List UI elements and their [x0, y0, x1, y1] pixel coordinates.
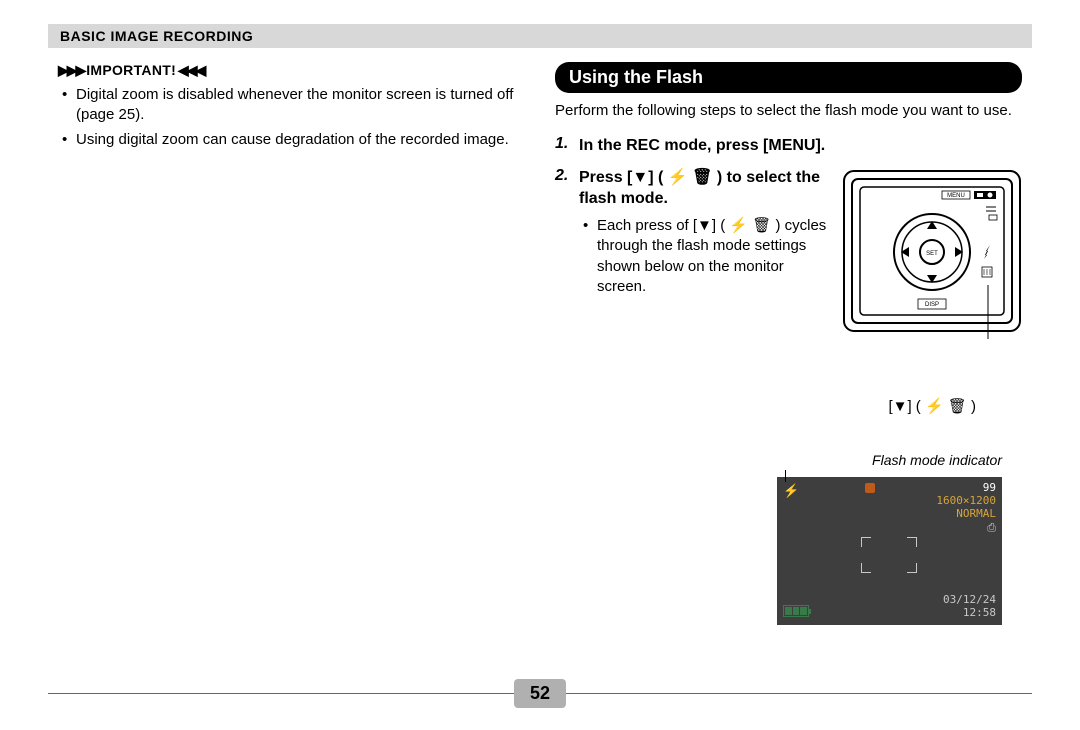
screen-memory-icon: ⎙	[936, 521, 996, 534]
bullet-item: Using digital zoom can cause degradation…	[76, 130, 525, 150]
steps-list: In the REC mode, press [MENU]. Press [▼]…	[555, 135, 1022, 342]
step-1-title: In the REC mode, press [MENU].	[579, 135, 1022, 157]
step2-mid: ] (	[648, 169, 668, 186]
step2-prefix: Press [	[579, 169, 632, 186]
flash-mode-caption: Flash mode indicator	[872, 452, 1002, 468]
screen-shots: 99	[936, 481, 996, 494]
important-label: IMPORTANT!	[86, 62, 176, 78]
step2-sub-bullets: Each press of [▼] ( ⚡ 🗑 ) cycles through…	[579, 216, 832, 297]
camera-illustration: MENU SET	[842, 167, 1022, 342]
important-heading: ▶▶▶ IMPORTANT! ◀◀◀	[58, 62, 525, 79]
arrow-left-icon: ◀◀◀	[176, 62, 204, 78]
trash-icon: 🗑	[692, 169, 712, 186]
bullet-item: Each press of [▼] ( ⚡ 🗑 ) cycles through…	[597, 216, 832, 297]
arrow-right-icon: ▶▶▶	[58, 62, 86, 78]
page-number: 52	[514, 679, 566, 708]
screen-time: 12:58	[943, 606, 996, 619]
step-2-title: Press [▼] ( ⚡ 🗑 ) to select the flash mo…	[579, 167, 832, 210]
focus-frame	[861, 537, 917, 573]
important-bullets: Digital zoom is disabled whenever the mo…	[58, 85, 525, 150]
step-2: Press [▼] ( ⚡ 🗑 ) to select the flash mo…	[555, 167, 1022, 342]
battery-icon	[783, 605, 809, 617]
svg-text:SET: SET	[926, 251, 938, 257]
section-header: BASIC IMAGE RECORDING	[48, 24, 1032, 48]
down-triangle-icon: ▼	[632, 169, 648, 186]
screen-quality: NORMAL	[936, 507, 996, 520]
screen-info: 99 1600×1200 NORMAL ⎙	[936, 481, 996, 534]
svg-text:DISP: DISP	[925, 302, 939, 308]
step-1: In the REC mode, press [MENU].	[555, 135, 1022, 157]
screen-date: 03/12/24	[943, 593, 996, 606]
section-heading-text: Using the Flash	[569, 67, 703, 87]
flash-icon: ⚡	[668, 169, 688, 186]
bullet-item: Digital zoom is disabled whenever the mo…	[76, 85, 525, 126]
intro-text: Perform the following steps to select th…	[555, 101, 1022, 121]
screen-rec-indicator	[865, 483, 875, 493]
left-column: ▶▶▶ IMPORTANT! ◀◀◀ Digital zoom is disab…	[58, 62, 525, 670]
monitor-screen: ⚡ 99 1600×1200 NORMAL ⎙ 03/12/24 12:58	[777, 477, 1002, 625]
screen-datetime: 03/12/24 12:58	[943, 593, 996, 619]
screen-resolution: 1600×1200	[936, 494, 996, 507]
section-title: BASIC IMAGE RECORDING	[60, 28, 253, 44]
content-columns: ▶▶▶ IMPORTANT! ◀◀◀ Digital zoom is disab…	[58, 62, 1022, 670]
section-heading: Using the Flash	[555, 62, 1022, 93]
right-column: Using the Flash Perform the following st…	[555, 62, 1022, 670]
down-button-callout: [▼] ( ⚡ 🗑 )	[888, 397, 976, 415]
menu-label: MENU	[947, 193, 965, 199]
screen-flash-icon: ⚡	[783, 483, 799, 499]
